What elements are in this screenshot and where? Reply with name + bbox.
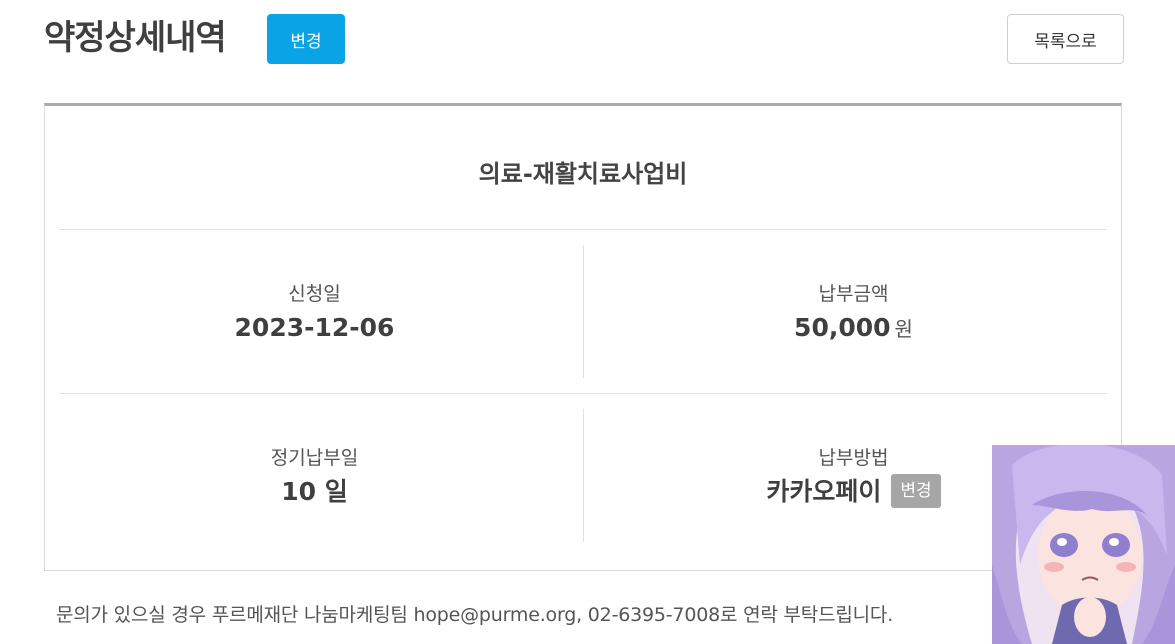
apply-date-cell: 신청일 2023-12-06 — [45, 279, 584, 347]
amount-value: 50,000 원 — [584, 309, 1123, 347]
apply-date-value: 2023-12-06 — [234, 313, 395, 342]
back-to-list-button[interactable]: 목록으로 — [1007, 14, 1124, 64]
payday-value: 10 일 — [281, 477, 348, 506]
amount-label: 납부금액 — [818, 283, 889, 305]
divider — [60, 229, 1107, 230]
fund-name: 의료-재활치료사업비 — [478, 160, 688, 188]
avatar — [992, 445, 1175, 644]
payment-method-name: 카카오페이 — [766, 477, 882, 506]
payday-cell: 정기납부일 10 일 — [45, 443, 584, 511]
anime-girl-image — [992, 445, 1175, 644]
amount-number: 50,000 — [794, 313, 891, 342]
amount-cell: 납부금액 50,000 원 — [584, 279, 1123, 347]
divider — [60, 393, 1107, 394]
page-title: 약정상세내역 — [44, 18, 227, 58]
change-payment-method-button[interactable]: 변경 — [891, 474, 941, 508]
amount-unit: 원 — [894, 317, 913, 341]
apply-date-label: 신청일 — [288, 283, 341, 305]
change-pledge-button[interactable]: 변경 — [267, 14, 345, 64]
payday-label: 정기납부일 — [270, 447, 359, 469]
pledge-detail-card: 의료-재활치료사업비 신청일 2023-12-06 납부금액 50,000 원 정… — [44, 103, 1122, 571]
contact-notice: 문의가 있으실 경우 푸르메재단 나눔마케팅팀 hope@purme.org, … — [56, 604, 894, 626]
